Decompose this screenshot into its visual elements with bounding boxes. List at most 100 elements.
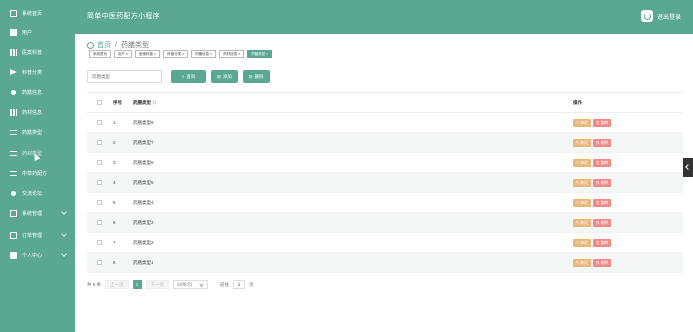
sidebar-item-profile[interactable]: 个人中心 <box>0 245 75 265</box>
row-checkbox[interactable] <box>96 160 102 165</box>
sidebar-item-forum[interactable]: 交流论坛 <box>0 183 75 203</box>
edit-button[interactable]: ✎ 修改 <box>573 198 591 207</box>
delete-button[interactable]: ⊟ 删除 <box>242 70 270 83</box>
close-icon: × <box>182 52 185 56</box>
row-name: 药膳类型7 <box>133 139 154 145</box>
edit-icon: ✎ <box>576 220 580 225</box>
add-button[interactable]: ⊞ 添加 <box>211 70 238 83</box>
row-checkbox[interactable] <box>96 240 102 245</box>
delete-icon: ⊗ <box>595 140 600 145</box>
data-table: 序号 药膳类型 ⇅ 操作 1 药膳类型8 ✎ 修改 ⊗ 删除 2 药膳类型7 ✎ 修改 ⊗ 删… <box>87 92 683 273</box>
row-index: 1 <box>113 120 116 125</box>
sidebar-item-label: 医案科普 <box>22 49 43 56</box>
close-icon: × <box>210 52 213 56</box>
page-size-select[interactable]: 10条/页 <box>173 280 209 289</box>
prev-page-button[interactable]: 上一页 <box>105 280 129 289</box>
tab-home[interactable]: 系统首页 <box>89 50 111 58</box>
row-index: 5 <box>113 200 116 205</box>
row-checkbox[interactable] <box>96 220 102 225</box>
sort-icon: ⇅ <box>152 99 157 105</box>
edit-button[interactable]: ✎ 修改 <box>573 258 591 267</box>
goto-label: 前往 <box>220 281 230 287</box>
sidebar-item-medical-science[interactable]: 医案科普 <box>0 42 75 62</box>
tab-diet-type[interactable]: 药膳类型× <box>247 50 273 58</box>
sidebar-item-prescription[interactable]: 中草药配方 <box>0 163 75 183</box>
edit-icon: ✎ <box>576 140 580 145</box>
plane-icon <box>10 69 17 75</box>
chevron-down-icon <box>61 251 67 257</box>
delete-icon: ⊗ <box>595 160 600 165</box>
sidebar-item-label: 交流论坛 <box>22 190 43 197</box>
sidebar-item-system[interactable]: 系统管理 <box>0 203 75 223</box>
edit-button[interactable]: ✎ 修改 <box>573 118 591 127</box>
delete-icon: ⊟ <box>248 73 253 79</box>
select-all-checkbox[interactable] <box>96 100 102 105</box>
goto-input[interactable]: 1 <box>233 280 246 289</box>
logout-button[interactable]: 退出登录 <box>640 10 681 22</box>
edit-button[interactable]: ✎ 修改 <box>573 138 591 147</box>
edit-icon: ✎ <box>576 200 580 205</box>
list-icon <box>10 48 17 56</box>
tab-medical-science[interactable]: 医案科普× <box>135 50 161 58</box>
header-ops: 操作 <box>573 99 582 105</box>
tab-diet-info[interactable]: 药膳信息× <box>191 50 217 58</box>
delete-row-button[interactable]: ⊗ 删除 <box>592 158 612 167</box>
delete-row-button[interactable]: ⊗ 删除 <box>592 258 612 267</box>
delete-row-button[interactable]: ⊗ 删除 <box>592 138 612 147</box>
breadcrumb-home[interactable]: 首页 <box>97 40 111 50</box>
sidebar-item-label: 药膳信息 <box>22 89 43 96</box>
sidebar-item-users[interactable]: 用户 <box>0 22 75 42</box>
page-number[interactable]: 1 <box>132 280 142 289</box>
next-page-button[interactable]: 下一页 <box>145 280 170 289</box>
sidebar-item-diet-type[interactable]: 药膳类型 <box>0 122 75 142</box>
edit-icon: ✎ <box>576 160 580 165</box>
table-row: 7 药膳类型2 ✎ 修改 ⊗ 删除 <box>87 233 683 253</box>
edit-button[interactable]: ✎ 修改 <box>573 218 591 227</box>
row-name: 药膳类型1 <box>133 259 154 265</box>
close-icon: × <box>154 52 157 56</box>
delete-row-button[interactable]: ⊗ 删除 <box>592 118 612 127</box>
row-name: 药膳类型3 <box>133 219 154 225</box>
edit-button[interactable]: ✎ 修改 <box>573 158 591 167</box>
search-button[interactable]: ⌕ 查询 <box>171 70 206 83</box>
row-checkbox[interactable] <box>96 180 102 185</box>
row-index: 7 <box>113 240 116 245</box>
row-checkbox[interactable] <box>96 260 102 265</box>
breadcrumb: 首页 / 药膳类型 <box>87 40 149 50</box>
row-checkbox[interactable] <box>96 120 102 125</box>
breadcrumb-separator: / <box>115 41 117 49</box>
delete-row-button[interactable]: ⊗ 删除 <box>592 238 612 247</box>
side-panel-toggle[interactable] <box>683 158 693 177</box>
tab-herb-info[interactable]: 药材信息× <box>219 50 245 58</box>
sidebar-item-diet-info[interactable]: 药膳信息 <box>0 82 75 102</box>
delete-row-button[interactable]: ⊗ 删除 <box>592 218 612 227</box>
tab-users[interactable]: 用户× <box>114 50 133 58</box>
sidebar-item-label: 个人中心 <box>22 252 43 259</box>
row-index: 4 <box>113 180 116 185</box>
sidebar-item-herb-info[interactable]: 药材信息 <box>0 102 75 122</box>
sidebar-item-science-category[interactable]: 科普分类 <box>0 62 75 82</box>
delete-row-button[interactable]: ⊗ 删除 <box>592 198 612 207</box>
tab-science-category[interactable]: 科普分类× <box>163 50 189 58</box>
pagination: 共 8 条 上一页 1 下一页 10条/页 前往 1 页 <box>87 280 254 289</box>
row-name: 药膳类型6 <box>133 159 154 165</box>
app-title: 简单中医药配方小程序 <box>87 13 160 20</box>
edit-button[interactable]: ✎ 修改 <box>573 238 591 247</box>
sidebar-item-orders[interactable]: 订单管理 <box>0 225 75 245</box>
table-row: 1 药膳类型8 ✎ 修改 ⊗ 删除 <box>87 113 683 133</box>
row-checkbox[interactable] <box>96 200 102 205</box>
delete-icon: ⊗ <box>595 260 600 265</box>
header-name[interactable]: 药膳类型 ⇅ <box>133 100 573 106</box>
delete-row-button[interactable]: ⊗ 删除 <box>592 178 612 187</box>
sidebar-item-home[interactable]: 系统首页 <box>0 3 75 23</box>
edit-button[interactable]: ✎ 修改 <box>573 178 591 187</box>
delete-icon: ⊗ <box>595 220 600 225</box>
search-input[interactable] <box>87 70 162 83</box>
lock-icon <box>10 251 17 259</box>
row-checkbox[interactable] <box>96 140 102 145</box>
table-row: 4 药膳类型5 ✎ 修改 ⊗ 删除 <box>87 173 683 193</box>
edit-icon: ✎ <box>576 180 580 185</box>
sidebar-item-label: 中草药配方 <box>22 170 48 177</box>
row-index: 2 <box>113 140 116 145</box>
sidebar-item-label: 系统首页 <box>22 10 43 17</box>
